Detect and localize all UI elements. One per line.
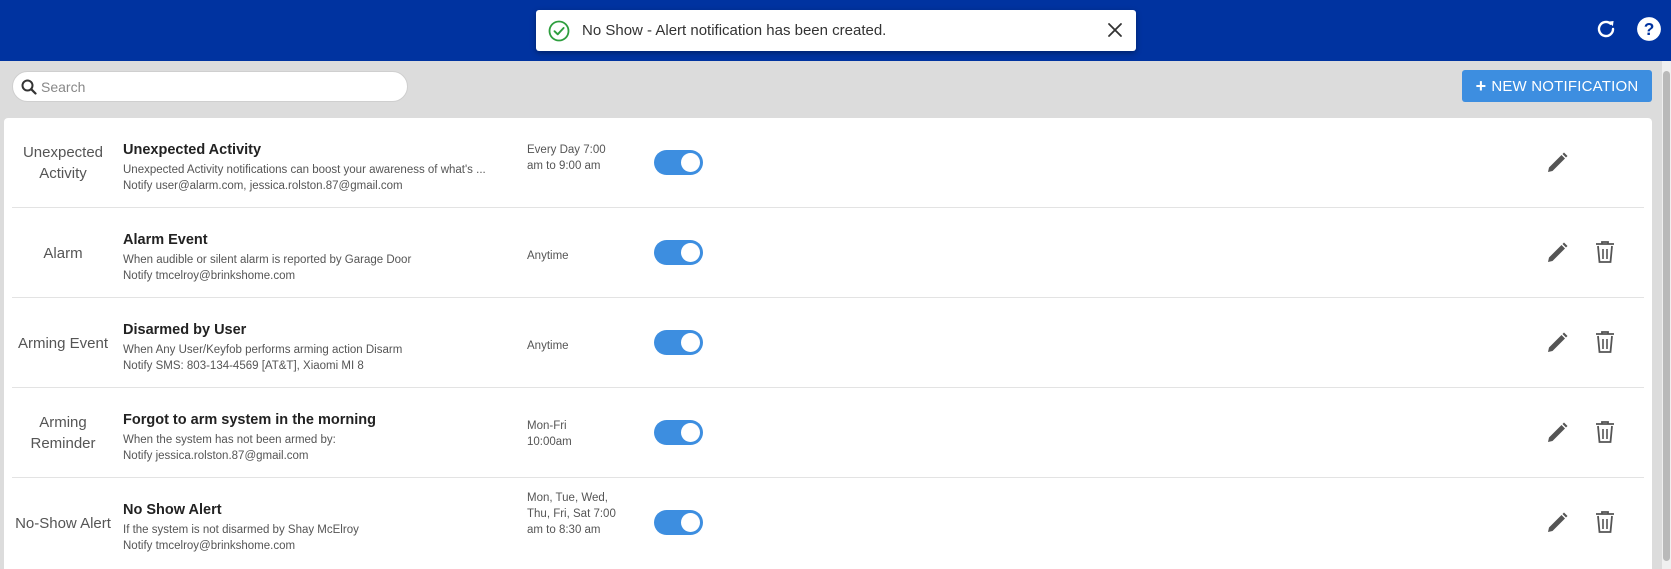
pencil-icon[interactable] — [1545, 421, 1569, 445]
pencil-icon[interactable] — [1545, 241, 1569, 265]
scrollbar-thumb[interactable] — [1663, 71, 1670, 561]
toast-notification: No Show - Alert notification has been cr… — [536, 10, 1136, 51]
notification-recipients: Notify tmcelroy@brinkshome.com — [123, 540, 296, 552]
toggle-knob — [681, 423, 700, 442]
notification-list: Unexpected Activity Unexpected Activity … — [4, 118, 1652, 569]
notification-schedule: Anytime — [527, 340, 569, 352]
help-icon[interactable]: ? — [1636, 16, 1662, 42]
svg-text:?: ? — [1644, 19, 1655, 39]
pencil-icon[interactable] — [1545, 511, 1569, 535]
notification-details: Unexpected Activity Unexpected Activity … — [123, 142, 513, 194]
notification-row: No-Show Alert No Show Alert If the syste… — [12, 478, 1644, 568]
notification-category: Arming Reminder — [30, 414, 96, 452]
notification-details: Alarm Event When audible or silent alarm… — [123, 232, 513, 284]
notification-title: Forgot to arm system in the morning — [123, 412, 376, 428]
pencil-icon[interactable] — [1545, 331, 1569, 355]
check-circle-icon — [548, 20, 570, 41]
notification-condition: If the system is not disarmed by Shay Mc… — [123, 524, 359, 536]
notification-title: Unexpected Activity — [123, 142, 262, 158]
notification-recipients: Notify SMS: 803-134-4569 [AT&T], Xiaomi … — [123, 360, 364, 372]
toggle-knob — [681, 243, 700, 262]
pencil-icon[interactable] — [1545, 151, 1569, 175]
notification-details: Forgot to arm system in the morning When… — [123, 412, 513, 464]
trash-icon[interactable] — [1594, 420, 1616, 444]
toggle-knob — [681, 153, 700, 172]
notification-row: Arming Reminder Forgot to arm system in … — [12, 388, 1644, 478]
search-input[interactable] — [41, 78, 381, 95]
new-notification-button[interactable]: + NEW NOTIFICATION — [1462, 70, 1652, 102]
notification-category: Arming Event — [17, 334, 109, 352]
trash-icon[interactable] — [1594, 330, 1616, 354]
notification-row: Alarm Alarm Event When audible or silent… — [12, 208, 1644, 298]
notification-category: Unexpected Activity — [22, 144, 104, 182]
notification-condition: When audible or silent alarm is reported… — [123, 254, 412, 266]
toggle-knob — [681, 513, 700, 532]
notification-category: Alarm — [43, 244, 83, 262]
notification-row: Unexpected Activity Unexpected Activity … — [12, 118, 1644, 208]
notification-recipients: Notify user@alarm.com, jessica.rolston.8… — [123, 180, 403, 192]
notification-category: No-Show Alert — [15, 514, 111, 532]
notification-recipients: Notify jessica.rolston.87@gmail.com — [123, 450, 309, 462]
notification-toggle[interactable] — [654, 510, 703, 535]
notification-schedule: Every Day 7:00 am to 9:00 am — [527, 144, 606, 172]
plus-icon: + — [1475, 76, 1487, 96]
notification-toggle[interactable] — [654, 420, 703, 445]
notification-details: Disarmed by User When Any User/Keyfob pe… — [123, 322, 513, 374]
notification-title: Disarmed by User — [123, 322, 247, 338]
notification-condition: When the system has not been armed by: — [123, 434, 336, 446]
notification-title: No Show Alert — [123, 502, 222, 518]
trash-icon[interactable] — [1594, 240, 1616, 264]
notification-title: Alarm Event — [123, 232, 208, 248]
scrollbar[interactable] — [1662, 61, 1671, 569]
close-icon[interactable] — [1106, 21, 1124, 39]
toast-message: No Show - Alert notification has been cr… — [582, 22, 887, 39]
search-icon — [21, 79, 37, 95]
notification-condition: When Any User/Keyfob performs arming act… — [123, 344, 403, 356]
notification-recipients: Notify tmcelroy@brinkshome.com — [123, 270, 296, 282]
notification-schedule: Mon, Tue, Wed, Thu, Fri, Sat 7:00 am to … — [527, 492, 616, 536]
toggle-knob — [681, 333, 700, 352]
new-notification-label: NEW NOTIFICATION — [1491, 77, 1639, 95]
refresh-icon[interactable] — [1593, 16, 1619, 42]
notification-row: Arming Event Disarmed by User When Any U… — [12, 298, 1644, 388]
notification-condition: Unexpected Activity notifications can bo… — [123, 164, 486, 176]
notification-toggle[interactable] — [654, 330, 703, 355]
trash-icon[interactable] — [1594, 510, 1616, 534]
search-box[interactable] — [12, 71, 408, 102]
notification-toggle[interactable] — [654, 240, 703, 265]
notification-schedule: Anytime — [527, 250, 569, 262]
toolbar: + NEW NOTIFICATION — [0, 61, 1662, 112]
notification-toggle[interactable] — [654, 150, 703, 175]
notification-details: No Show Alert If the system is not disar… — [123, 502, 513, 554]
notification-schedule: Mon-Fri 10:00am — [527, 420, 572, 448]
